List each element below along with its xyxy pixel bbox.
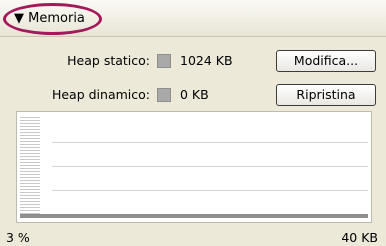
memory-section-header[interactable]: ▼ Memoria (0, 0, 386, 37)
graph-scale-bar (20, 115, 40, 219)
graph-max-label: 40 KB (341, 230, 378, 245)
static-heap-label: Heap statico: (67, 53, 150, 68)
dynamic-heap-value: 0 KB (180, 87, 209, 102)
graph-percent-label: 3 % (6, 230, 30, 245)
modify-button[interactable]: Modifica... (276, 50, 376, 72)
reset-button[interactable]: Ripristina (276, 84, 376, 106)
dynamic-heap-swatch (157, 88, 171, 102)
static-heap-swatch (157, 54, 171, 68)
section-title[interactable]: ▼ Memoria (14, 11, 85, 26)
dynamic-heap-label: Heap dinamico: (51, 87, 150, 102)
graph-baseline (20, 214, 368, 218)
graph-gridline (52, 142, 368, 143)
section-title-label: Memoria (28, 11, 85, 26)
graph-gridline (52, 166, 368, 167)
memory-panel: ▼ Memoria Heap statico: 1024 KB Modifica… (0, 0, 386, 246)
triangle-down-icon: ▼ (14, 11, 24, 26)
static-heap-value: 1024 KB (180, 53, 233, 68)
graph-gridline (52, 190, 368, 191)
